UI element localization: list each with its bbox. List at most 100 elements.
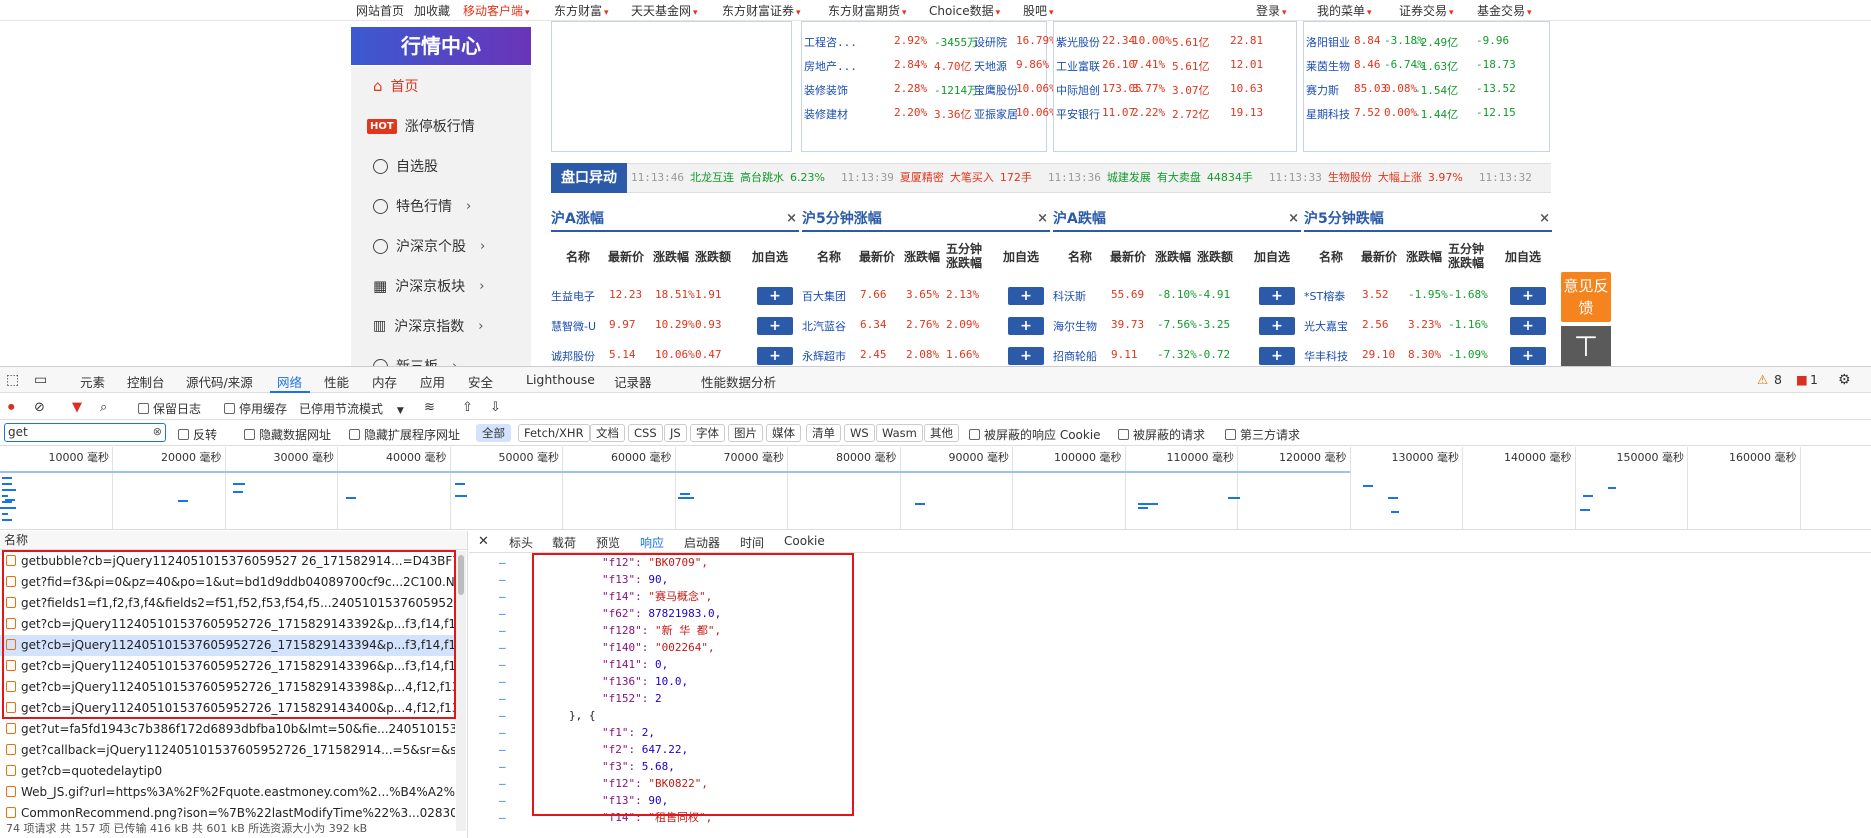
sidebar-item-limit-up[interactable]: HOT 涨停板行情 (367, 115, 475, 137)
close-icon[interactable]: × (1037, 208, 1048, 230)
yidong-item[interactable]: 11:13:46 北龙互连 高台跳水 6.23% (631, 171, 831, 184)
nav-login[interactable]: 登录 ▾ (1256, 2, 1287, 19)
gear-icon[interactable]: ⚙ (1838, 372, 1851, 388)
stock-name-link[interactable]: 海尔生物 (1053, 318, 1097, 334)
nav-my-menu[interactable]: 我的菜单 ▾ (1317, 2, 1372, 19)
tab-sources[interactable]: 源代码/来源 (186, 372, 253, 391)
third-party-checkbox[interactable]: 第三方请求 (1225, 426, 1300, 443)
chip-js[interactable]: JS (664, 424, 687, 442)
stock-name-link[interactable]: *ST榕泰 (1304, 288, 1345, 304)
table-cell[interactable]: 洛阳钼业 (1306, 34, 1350, 50)
request-row[interactable]: get?cb=quotedelaytip0 (0, 761, 455, 782)
nav-securities[interactable]: 东方财富证券 ▾ (722, 2, 801, 19)
clear-icon[interactable]: ⊘ (34, 400, 45, 415)
close-icon[interactable]: × (1539, 208, 1550, 230)
table-cell[interactable]: 装修建材 (804, 106, 848, 122)
add-watchlist-button[interactable]: + (1259, 347, 1295, 365)
sidebar-item-featured[interactable]: 特色行情 › (373, 195, 471, 217)
name-column-header[interactable]: 名称 (0, 531, 467, 550)
hide-data-urls-checkbox[interactable]: 隐藏数据网址 (244, 426, 331, 443)
add-watchlist-button[interactable]: + (757, 317, 793, 335)
nav-choice[interactable]: Choice数据 ▾ (929, 2, 1000, 19)
tab-application[interactable]: 应用 (420, 372, 445, 391)
chip-img[interactable]: 图片 (728, 424, 763, 442)
blocked-requests-checkbox[interactable]: 被屏蔽的请求 (1118, 426, 1205, 443)
close-icon[interactable]: × (1288, 208, 1299, 230)
add-watchlist-button[interactable]: + (1259, 317, 1295, 335)
add-watchlist-button[interactable]: + (1510, 347, 1546, 365)
blocked-cookies-checkbox[interactable]: 被屏蔽的响应 Cookie (969, 426, 1101, 443)
sidebar-item-watchlist[interactable]: 自选股 (373, 155, 438, 177)
stock-name-link[interactable]: 永辉超市 (802, 348, 846, 364)
stock-name-link[interactable]: 北汽蓝谷 (802, 318, 846, 334)
add-watchlist-button[interactable]: + (757, 287, 793, 305)
add-watchlist-button[interactable]: + (1008, 317, 1044, 335)
scrollbar[interactable] (456, 551, 466, 831)
tab-preview[interactable]: 预览 (596, 534, 620, 551)
chip-wasm[interactable]: Wasm (876, 424, 923, 442)
nav-fund[interactable]: 天天基金网 ▾ (631, 2, 698, 19)
nav-guba[interactable]: 股吧 ▾ (1023, 2, 1054, 19)
add-watchlist-button[interactable]: + (1510, 287, 1546, 305)
nav-futures[interactable]: 东方财富期货 ▾ (828, 2, 907, 19)
chip-all[interactable]: 全部 (476, 424, 511, 442)
close-icon[interactable]: × (786, 208, 797, 230)
upload-icon[interactable]: ⇧ (462, 400, 473, 415)
tab-recorder[interactable]: 记录器 (614, 372, 652, 391)
chip-media[interactable]: 媒体 (766, 424, 801, 442)
tab-security[interactable]: 安全 (468, 372, 493, 391)
market-center-logo[interactable]: 行情中心 (351, 27, 531, 65)
inspect-icon[interactable]: ⬚ (6, 372, 19, 388)
tab-perf-insights[interactable]: 性能数据分析 (701, 372, 776, 391)
table-cell[interactable]: 装修装饰 (804, 82, 848, 98)
stock-name-link[interactable]: 科沃斯 (1053, 288, 1086, 304)
table-cell[interactable]: 平安银行 (1056, 106, 1100, 122)
stock-name-link[interactable]: 招商轮船 (1053, 348, 1097, 364)
tab-response[interactable]: 响应 (640, 534, 664, 551)
stock-name-link[interactable]: 光大嘉宝 (1304, 318, 1348, 334)
error-icon[interactable]: ■ (1796, 372, 1808, 387)
invert-checkbox[interactable]: 反转 (178, 426, 217, 443)
device-toggle-icon[interactable]: ▭ (34, 372, 47, 388)
nav-favorite[interactable]: 加收藏 (414, 2, 450, 19)
chip-ws[interactable]: WS (844, 424, 875, 442)
tab-network[interactable]: 网络 (277, 372, 302, 391)
stock-name-link[interactable]: 生益电子 (551, 288, 595, 304)
sidebar-item-stocks[interactable]: 沪深京个股 › (373, 235, 485, 257)
add-watchlist-button[interactable]: + (1008, 287, 1044, 305)
preserve-log-checkbox[interactable]: 保留日志 (138, 400, 201, 417)
nav-fund-trade[interactable]: 基金交易 ▾ (1477, 2, 1532, 19)
nav-trade[interactable]: 证券交易 ▾ (1399, 2, 1454, 19)
filter-input[interactable]: get ⊗ (4, 423, 166, 442)
nav-eastmoney[interactable]: 东方财富 ▾ (554, 2, 609, 19)
tab-memory[interactable]: 内存 (372, 372, 397, 391)
tab-performance[interactable]: 性能 (324, 372, 349, 391)
chip-font[interactable]: 字体 (690, 424, 725, 442)
table-cell[interactable]: 紫光股份 (1056, 34, 1100, 50)
yidong-item[interactable]: 11:13:33 生物股份 大幅上涨 3.97% (1269, 171, 1469, 184)
table-cell[interactable]: 工程咨... (804, 34, 857, 50)
table-cell[interactable]: 工业富联 (1056, 58, 1100, 74)
disable-cache-checkbox[interactable]: 停用缓存 (224, 400, 287, 417)
sidebar-item-sectors[interactable]: ▦ 沪深京板块 › (373, 275, 484, 297)
warning-icon[interactable]: ⚠ (1757, 372, 1768, 387)
chip-fetch-xhr[interactable]: Fetch/XHR (518, 424, 590, 442)
feedback-button[interactable]: 意见反馈 (1561, 272, 1611, 322)
tab-payload[interactable]: 载荷 (552, 534, 576, 551)
tab-lighthouse[interactable]: Lighthouse (526, 372, 595, 387)
nav-mobile[interactable]: 移动客户端 ▾ (463, 2, 530, 19)
sidebar-item-home[interactable]: ⌂ 首页 (373, 75, 419, 97)
chip-other[interactable]: 其他 (924, 424, 959, 442)
yidong-item[interactable]: 11:13:36 城建发展 有大卖盘 44834手 (1048, 171, 1259, 184)
search-icon[interactable]: ⌕ (100, 400, 107, 415)
tab-initiator[interactable]: 启动器 (684, 534, 720, 551)
back-to-top-button[interactable]: ⊤ (1561, 326, 1611, 368)
yidong-item[interactable]: 11:13:39 夏厦精密 大笔买入 172手 (841, 171, 1038, 184)
download-icon[interactable]: ⇩ (490, 400, 501, 415)
close-icon[interactable]: ✕ (478, 534, 489, 549)
tab-cookies[interactable]: Cookie (784, 534, 825, 548)
add-watchlist-button[interactable]: + (1008, 347, 1044, 365)
tab-console[interactable]: 控制台 (127, 372, 165, 391)
request-row[interactable]: get?ut=fa5fd1943c7b386f172d6893dbfba10b&… (0, 719, 455, 740)
table-cell[interactable]: 莱茵生物 (1306, 58, 1350, 74)
